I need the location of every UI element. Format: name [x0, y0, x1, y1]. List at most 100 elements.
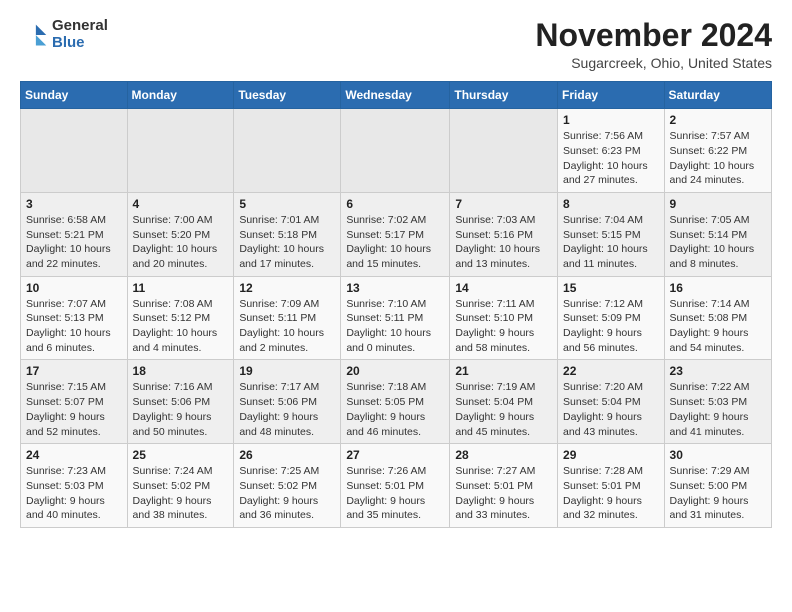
- calendar-cell: [234, 109, 341, 193]
- day-detail: Sunrise: 7:15 AM Sunset: 5:07 PM Dayligh…: [26, 380, 122, 439]
- calendar-cell: 19 Sunrise: 7:17 AM Sunset: 5:06 PM Dayli…: [234, 360, 341, 444]
- calendar-cell: [21, 109, 128, 193]
- day-number: 2: [670, 113, 766, 127]
- day-detail: Sunrise: 7:09 AM Sunset: 5:11 PM Dayligh…: [239, 297, 335, 356]
- day-number: 16: [670, 281, 766, 295]
- calendar-cell: 21Sunrise: 7:19 AM Sunset: 5:04 PM Dayli…: [450, 360, 558, 444]
- weekday-header-monday: Monday: [127, 82, 234, 109]
- calendar-cell: 16 Sunrise: 7:14 AM Sunset: 5:08 PM Dayli…: [664, 276, 771, 360]
- day-detail: Sunrise: 7:10 AM Sunset: 5:11 PM Dayligh…: [346, 297, 444, 356]
- day-number: 29: [563, 448, 659, 462]
- weekday-header-row: SundayMondayTuesdayWednesdayThursdayFrid…: [21, 82, 772, 109]
- calendar-cell: 11Sunrise: 7:08 AM Sunset: 5:12 PM Dayli…: [127, 276, 234, 360]
- day-detail: Sunrise: 7:22 AM Sunset: 5:03 PM Dayligh…: [670, 380, 766, 439]
- calendar-body: 1 Sunrise: 7:56 AM Sunset: 6:23 PM Daylig…: [21, 109, 772, 528]
- calendar-week-2: 3Sunrise: 6:58 AM Sunset: 5:21 PM Daylig…: [21, 192, 772, 276]
- calendar-cell: 26 Sunrise: 7:25 AM Sunset: 5:02 PM Dayli…: [234, 444, 341, 528]
- day-detail: Sunrise: 7:57 AM Sunset: 6:22 PM Dayligh…: [670, 129, 766, 188]
- day-number: 7: [455, 197, 552, 211]
- weekday-header-thursday: Thursday: [450, 82, 558, 109]
- calendar-week-5: 24Sunrise: 7:23 AM Sunset: 5:03 PM Dayli…: [21, 444, 772, 528]
- day-detail: Sunrise: 6:58 AM Sunset: 5:21 PM Dayligh…: [26, 213, 122, 272]
- day-detail: Sunrise: 7:02 AM Sunset: 5:17 PM Dayligh…: [346, 213, 444, 272]
- calendar-cell: 9 Sunrise: 7:05 AM Sunset: 5:14 PM Daylig…: [664, 192, 771, 276]
- day-detail: Sunrise: 7:16 AM Sunset: 5:06 PM Dayligh…: [133, 380, 229, 439]
- calendar-cell: 6 Sunrise: 7:02 AM Sunset: 5:17 PM Daylig…: [341, 192, 450, 276]
- logo: General Blue: [20, 18, 108, 51]
- weekday-header-tuesday: Tuesday: [234, 82, 341, 109]
- calendar-cell: 1 Sunrise: 7:56 AM Sunset: 6:23 PM Daylig…: [558, 109, 665, 193]
- day-detail: Sunrise: 7:20 AM Sunset: 5:04 PM Dayligh…: [563, 380, 659, 439]
- calendar-table: SundayMondayTuesdayWednesdayThursdayFrid…: [20, 81, 772, 528]
- day-detail: Sunrise: 7:25 AM Sunset: 5:02 PM Dayligh…: [239, 464, 335, 523]
- day-number: 28: [455, 448, 552, 462]
- calendar-cell: 25Sunrise: 7:24 AM Sunset: 5:02 PM Dayli…: [127, 444, 234, 528]
- day-number: 5: [239, 197, 335, 211]
- day-detail: Sunrise: 7:23 AM Sunset: 5:03 PM Dayligh…: [26, 464, 122, 523]
- calendar-cell: [341, 109, 450, 193]
- day-number: 4: [133, 197, 229, 211]
- day-number: 20: [346, 364, 444, 378]
- day-number: 6: [346, 197, 444, 211]
- day-detail: Sunrise: 7:28 AM Sunset: 5:01 PM Dayligh…: [563, 464, 659, 523]
- day-number: 26: [239, 448, 335, 462]
- day-number: 19: [239, 364, 335, 378]
- day-detail: Sunrise: 7:17 AM Sunset: 5:06 PM Dayligh…: [239, 380, 335, 439]
- weekday-header-sunday: Sunday: [21, 82, 128, 109]
- calendar-cell: 10 Sunrise: 7:07 AM Sunset: 5:13 PM Dayli…: [21, 276, 128, 360]
- calendar-cell: 12Sunrise: 7:09 AM Sunset: 5:11 PM Dayli…: [234, 276, 341, 360]
- day-detail: Sunrise: 7:12 AM Sunset: 5:09 PM Dayligh…: [563, 297, 659, 356]
- day-number: 18: [133, 364, 229, 378]
- calendar-cell: 30 Sunrise: 7:29 AM Sunset: 5:00 PM Dayli…: [664, 444, 771, 528]
- calendar-week-4: 17Sunrise: 7:15 AM Sunset: 5:07 PM Dayli…: [21, 360, 772, 444]
- calendar-cell: 4Sunrise: 7:00 AM Sunset: 5:20 PM Daylig…: [127, 192, 234, 276]
- calendar-cell: 7 Sunrise: 7:03 AM Sunset: 5:16 PM Daylig…: [450, 192, 558, 276]
- day-detail: Sunrise: 7:05 AM Sunset: 5:14 PM Dayligh…: [670, 213, 766, 272]
- calendar-cell: 28Sunrise: 7:27 AM Sunset: 5:01 PM Dayli…: [450, 444, 558, 528]
- day-detail: Sunrise: 7:03 AM Sunset: 5:16 PM Dayligh…: [455, 213, 552, 272]
- day-detail: Sunrise: 7:26 AM Sunset: 5:01 PM Dayligh…: [346, 464, 444, 523]
- calendar-cell: 22Sunrise: 7:20 AM Sunset: 5:04 PM Dayli…: [558, 360, 665, 444]
- calendar-cell: 24Sunrise: 7:23 AM Sunset: 5:03 PM Dayli…: [21, 444, 128, 528]
- weekday-header-saturday: Saturday: [664, 82, 771, 109]
- day-detail: Sunrise: 7:24 AM Sunset: 5:02 PM Dayligh…: [133, 464, 229, 523]
- weekday-header-friday: Friday: [558, 82, 665, 109]
- day-number: 21: [455, 364, 552, 378]
- title-block: November 2024 Sugarcreek, Ohio, United S…: [535, 18, 772, 71]
- day-number: 23: [670, 364, 766, 378]
- page: General Blue November 2024 Sugarcreek, O…: [0, 0, 792, 546]
- calendar-cell: 3Sunrise: 6:58 AM Sunset: 5:21 PM Daylig…: [21, 192, 128, 276]
- day-detail: Sunrise: 7:29 AM Sunset: 5:00 PM Dayligh…: [670, 464, 766, 523]
- calendar-cell: 2 Sunrise: 7:57 AM Sunset: 6:22 PM Daylig…: [664, 109, 771, 193]
- day-number: 14: [455, 281, 552, 295]
- calendar-cell: 8 Sunrise: 7:04 AM Sunset: 5:15 PM Daylig…: [558, 192, 665, 276]
- logo-blue-text: Blue: [52, 35, 108, 52]
- day-detail: Sunrise: 7:56 AM Sunset: 6:23 PM Dayligh…: [563, 129, 659, 188]
- day-detail: Sunrise: 7:04 AM Sunset: 5:15 PM Dayligh…: [563, 213, 659, 272]
- day-number: 30: [670, 448, 766, 462]
- day-detail: Sunrise: 7:01 AM Sunset: 5:18 PM Dayligh…: [239, 213, 335, 272]
- calendar-cell: 27Sunrise: 7:26 AM Sunset: 5:01 PM Dayli…: [341, 444, 450, 528]
- day-detail: Sunrise: 7:14 AM Sunset: 5:08 PM Dayligh…: [670, 297, 766, 356]
- day-number: 1: [563, 113, 659, 127]
- weekday-header-wednesday: Wednesday: [341, 82, 450, 109]
- calendar-cell: 5 Sunrise: 7:01 AM Sunset: 5:18 PM Daylig…: [234, 192, 341, 276]
- calendar-week-3: 10 Sunrise: 7:07 AM Sunset: 5:13 PM Dayli…: [21, 276, 772, 360]
- day-number: 8: [563, 197, 659, 211]
- logo-icon: [20, 21, 48, 49]
- day-detail: Sunrise: 7:08 AM Sunset: 5:12 PM Dayligh…: [133, 297, 229, 356]
- calendar-cell: 14 Sunrise: 7:11 AM Sunset: 5:10 PM Dayli…: [450, 276, 558, 360]
- calendar-cell: 15Sunrise: 7:12 AM Sunset: 5:09 PM Dayli…: [558, 276, 665, 360]
- calendar-cell: 13Sunrise: 7:10 AM Sunset: 5:11 PM Dayli…: [341, 276, 450, 360]
- calendar-cell: 20Sunrise: 7:18 AM Sunset: 5:05 PM Dayli…: [341, 360, 450, 444]
- month-title: November 2024: [535, 18, 772, 53]
- calendar-cell: 17Sunrise: 7:15 AM Sunset: 5:07 PM Dayli…: [21, 360, 128, 444]
- day-number: 9: [670, 197, 766, 211]
- logo-general-text: General: [52, 18, 108, 35]
- calendar-header: SundayMondayTuesdayWednesdayThursdayFrid…: [21, 82, 772, 109]
- day-detail: Sunrise: 7:11 AM Sunset: 5:10 PM Dayligh…: [455, 297, 552, 356]
- calendar-cell: 18 Sunrise: 7:16 AM Sunset: 5:06 PM Dayli…: [127, 360, 234, 444]
- day-detail: Sunrise: 7:07 AM Sunset: 5:13 PM Dayligh…: [26, 297, 122, 356]
- day-number: 10: [26, 281, 122, 295]
- header: General Blue November 2024 Sugarcreek, O…: [20, 18, 772, 71]
